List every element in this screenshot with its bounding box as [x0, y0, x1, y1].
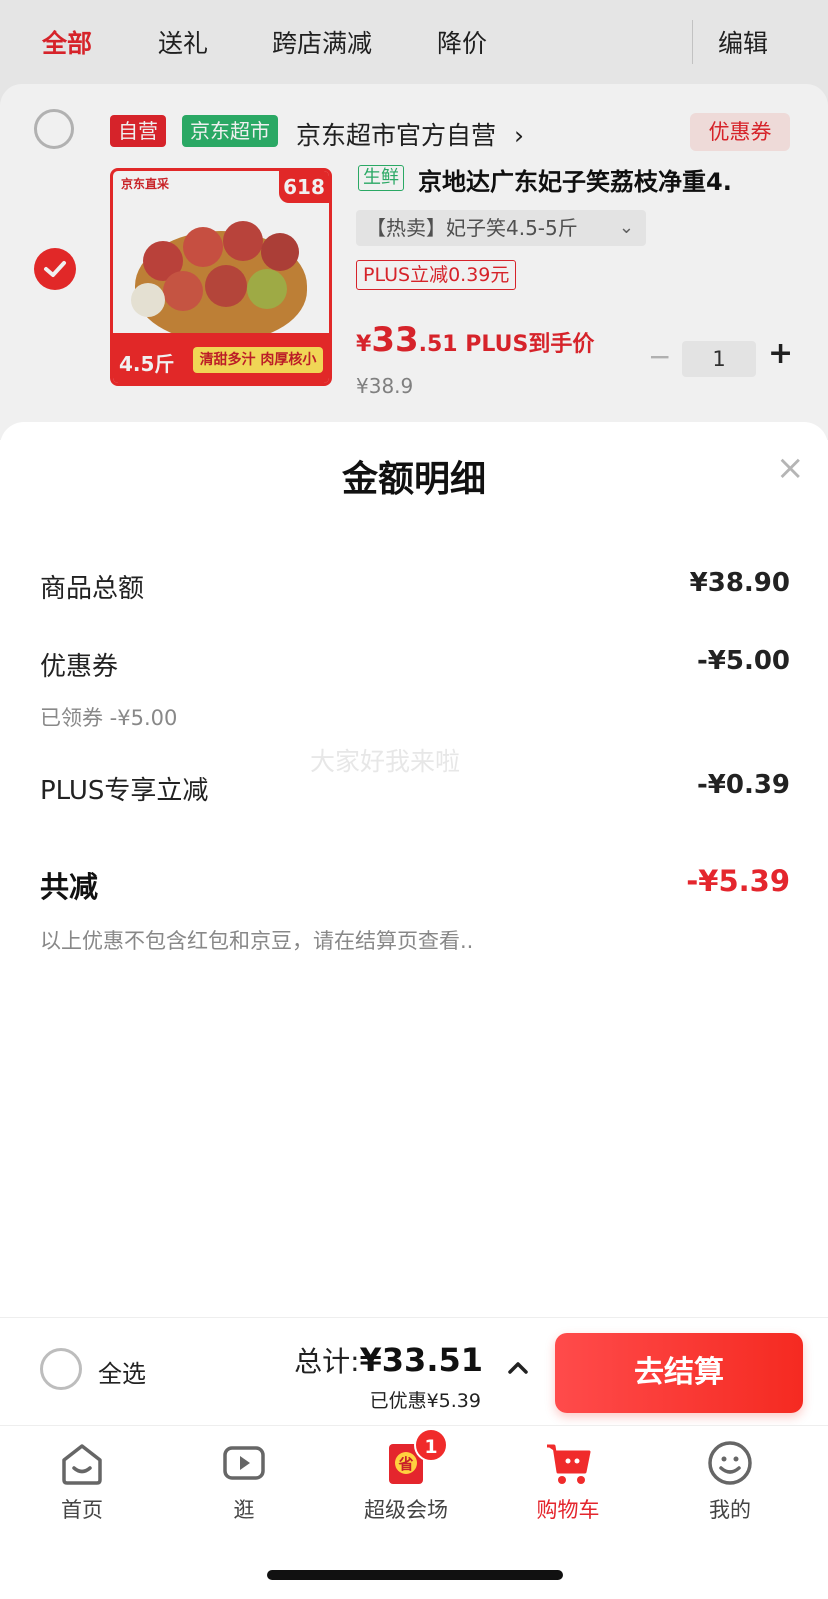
total-amount: ¥33.51 [359, 1341, 483, 1379]
discount-note: 以上优惠不包含红包和京豆，请在结算页查看.. [40, 929, 474, 953]
total-reduction-value: -¥5.39 [686, 864, 790, 898]
select-all-radio[interactable] [40, 1348, 82, 1390]
nav-item-mine[interactable]: 我的 [660, 1438, 800, 1524]
goods-total-value: ¥38.90 [689, 568, 790, 598]
coupon-received-note: 已领券 -¥5.00 [40, 706, 178, 730]
home-indicator[interactable] [267, 1570, 563, 1580]
watermark: 大家好我来啦 [310, 747, 461, 776]
checkout-bar: 全选 总计:¥33.51 已优惠¥5.39 去结算 [0, 1317, 828, 1425]
profile-face-icon [708, 1441, 752, 1485]
discounted-amount: 已优惠¥5.39 [369, 1390, 481, 1412]
super-venue-icon-text: 省 [397, 1455, 413, 1473]
total-reduction-label: 共减 [40, 870, 99, 904]
plus-discount-label: PLUS专享立减 [40, 776, 209, 806]
video-play-icon [223, 1446, 265, 1480]
total-price: 总计:¥33.51 [294, 1340, 483, 1380]
plus-discount-value: -¥0.39 [696, 770, 790, 800]
cart-page-background: 全部 送礼 跨店满减 降价 编辑 自营 京东超市 京东超市官方自营 › 优惠券 … [0, 0, 828, 440]
checkout-button[interactable]: 去结算 [555, 1333, 803, 1413]
amount-detail-sheet: 金额明细 × 商品总额 ¥38.90 优惠券 -¥5.00 已领券 -¥5.00… [0, 422, 828, 1317]
modal-overlay[interactable] [0, 0, 828, 440]
coupon-value: -¥5.00 [696, 646, 790, 676]
select-all-label[interactable]: 全选 [98, 1354, 146, 1389]
home-icon [62, 1444, 102, 1485]
nav-label-mine: 我的 [709, 1498, 751, 1522]
nav-label-super-venue: 超级会场 [364, 1498, 448, 1522]
nav-item-browse[interactable]: 逛 [174, 1438, 314, 1524]
nav-item-super-venue[interactable]: 省 1 超级会场 [336, 1428, 476, 1524]
nav-label-cart: 购物车 [536, 1498, 600, 1522]
nav-item-home[interactable]: 首页 [12, 1438, 152, 1524]
shopping-cart-icon [547, 1444, 591, 1484]
chevron-up-icon[interactable] [504, 1354, 532, 1382]
sheet-title: 金额明细 [341, 459, 486, 500]
goods-total-label: 商品总额 [40, 574, 145, 604]
nav-label-home: 首页 [61, 1498, 103, 1522]
notification-badge: 1 [414, 1428, 448, 1462]
close-icon[interactable]: × [776, 448, 805, 488]
total-label: 总计: [294, 1345, 360, 1378]
coupon-label: 优惠券 [40, 652, 119, 682]
nav-label-browse: 逛 [233, 1498, 255, 1522]
nav-item-cart[interactable]: 购物车 [498, 1438, 638, 1524]
